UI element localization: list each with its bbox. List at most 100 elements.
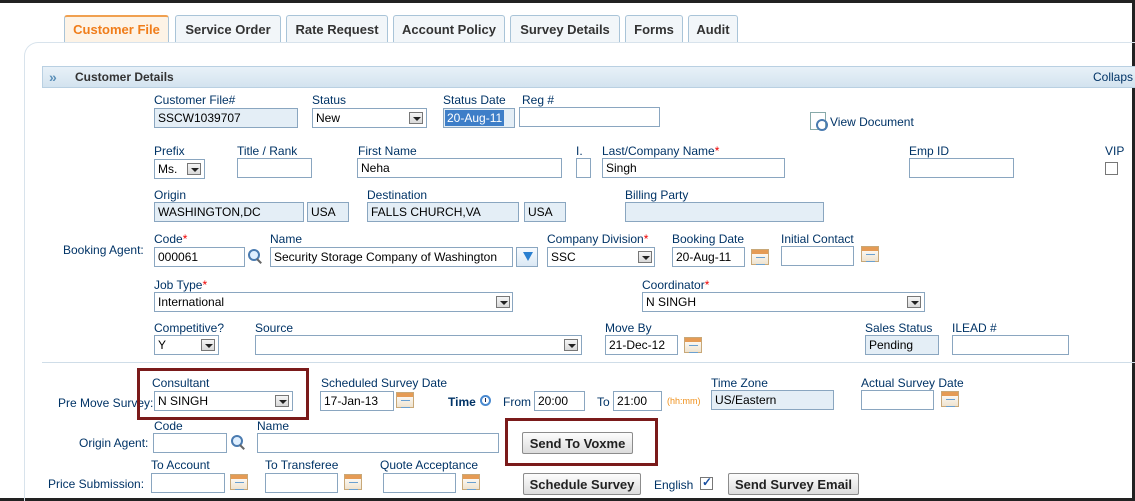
chevron-down-icon[interactable]: [496, 296, 510, 308]
destination-field[interactable]: FALLS CHURCH,VA: [367, 202, 519, 222]
tab-audit[interactable]: Audit: [688, 15, 738, 42]
company-division-value: SSC: [551, 250, 576, 264]
customer-file-field[interactable]: SSCW1039707: [154, 108, 298, 128]
calendar-icon[interactable]: [396, 392, 414, 408]
initial-contact-field[interactable]: [781, 246, 854, 266]
competitive-label: Competitive?: [154, 321, 225, 335]
expand-icon[interactable]: »: [49, 69, 57, 85]
price-submission-label: Price Submission:: [48, 477, 145, 491]
consultant-value: N SINGH: [158, 394, 209, 408]
schedule-survey-button[interactable]: Schedule Survey: [523, 473, 641, 495]
title-field[interactable]: [237, 158, 312, 178]
chevron-down-icon[interactable]: [409, 112, 423, 124]
time-label: Time: [448, 395, 476, 409]
calendar-icon[interactable]: [751, 249, 769, 265]
to-time-field[interactable]: 21:00: [613, 391, 662, 411]
first-name-label: First Name: [358, 144, 417, 158]
prefix-select[interactable]: Ms.: [154, 159, 205, 179]
tab-account-policy[interactable]: Account Policy: [393, 15, 505, 42]
chevron-down-icon[interactable]: [907, 296, 921, 308]
job-type-select[interactable]: International: [154, 292, 513, 312]
consultant-select[interactable]: N SINGH: [154, 391, 293, 411]
last-name-field[interactable]: Singh: [602, 158, 785, 178]
coordinator-label-text: Coordinator: [642, 278, 705, 292]
vip-checkbox[interactable]: [1105, 162, 1118, 175]
search-icon[interactable]: [248, 249, 262, 263]
company-division-label-text: Company Division: [547, 232, 644, 246]
send-to-voxme-button[interactable]: Send To Voxme: [522, 432, 633, 454]
booking-agent-code-field[interactable]: 000061: [154, 247, 245, 267]
status-select[interactable]: New: [312, 108, 427, 128]
quote-acceptance-label: Quote Acceptance: [380, 458, 479, 472]
tab-forms[interactable]: Forms: [625, 15, 683, 42]
actual-survey-label: Actual Survey Date: [861, 376, 964, 390]
actual-survey-field[interactable]: [861, 390, 934, 410]
calendar-icon[interactable]: [462, 474, 480, 490]
chevron-down-icon[interactable]: [275, 395, 289, 407]
to-transferee-field[interactable]: [265, 473, 338, 493]
booking-agent-name-field[interactable]: Security Storage Company of Washington: [270, 247, 513, 267]
to-transferee-label: To Transferee: [265, 458, 339, 472]
ilead-field[interactable]: [952, 335, 1069, 355]
collapse-link[interactable]: Collaps: [1093, 70, 1133, 84]
reg-field[interactable]: [519, 107, 660, 127]
from-label: From: [503, 395, 531, 409]
chevron-down-icon[interactable]: [564, 339, 578, 351]
coordinator-select[interactable]: N SINGH: [642, 292, 925, 312]
code-label-text: Code: [154, 232, 183, 246]
scheduled-survey-field[interactable]: 17-Jan-13: [320, 391, 394, 411]
tab-rate-request[interactable]: Rate Request: [286, 15, 388, 42]
status-date-field[interactable]: 20-Aug-11: [443, 108, 515, 128]
search-icon[interactable]: [231, 435, 245, 449]
origin-label: Origin: [154, 188, 187, 202]
billing-party-field[interactable]: [625, 202, 824, 222]
company-division-select[interactable]: SSC: [547, 247, 655, 267]
sales-status-label: Sales Status: [865, 321, 933, 335]
calendar-icon[interactable]: [344, 474, 362, 490]
view-document-icon[interactable]: [810, 112, 828, 131]
origin-agent-name-field[interactable]: [257, 433, 499, 453]
origin-country-field[interactable]: USA: [307, 202, 349, 222]
job-type-label-text: Job Type: [154, 278, 203, 292]
sales-status-field[interactable]: Pending: [865, 335, 939, 355]
view-document-link[interactable]: View Document: [830, 115, 914, 129]
send-survey-email-button[interactable]: Send Survey Email: [728, 473, 859, 495]
competitive-value: Y: [158, 338, 167, 352]
chevron-down-icon[interactable]: [201, 339, 215, 351]
emp-id-field[interactable]: [909, 158, 1014, 178]
destination-country-field[interactable]: USA: [524, 202, 566, 222]
initial-field[interactable]: [576, 158, 591, 178]
booking-date-field[interactable]: 20-Aug-11: [672, 247, 745, 267]
english-checkbox[interactable]: [700, 475, 713, 490]
calendar-icon[interactable]: [230, 474, 248, 490]
origin-field[interactable]: WASHINGTON,DC: [154, 202, 304, 222]
tab-survey-details[interactable]: Survey Details: [510, 15, 620, 42]
scheduled-survey-label: Scheduled Survey Date: [321, 376, 448, 390]
chevron-down-icon[interactable]: [638, 251, 652, 263]
calendar-icon[interactable]: [941, 391, 959, 407]
calendar-icon[interactable]: [861, 246, 879, 262]
first-name-field[interactable]: Neha: [357, 158, 562, 178]
tab-service-order[interactable]: Service Order: [175, 15, 281, 42]
move-by-field[interactable]: 21-Dec-12: [605, 335, 678, 355]
time-zone-field[interactable]: US/Eastern: [711, 390, 834, 410]
competitive-select[interactable]: Y: [154, 335, 219, 355]
origin-agent-code-field[interactable]: [153, 433, 227, 453]
calendar-icon[interactable]: [684, 337, 702, 353]
booking-agent-label: Booking Agent:: [63, 243, 144, 257]
clock-icon: [480, 395, 491, 406]
from-time-field[interactable]: 20:00: [534, 391, 585, 411]
job-type-label: Job Type*: [154, 278, 208, 292]
tab-customer-file[interactable]: Customer File: [64, 15, 169, 42]
chevron-down-icon[interactable]: [187, 163, 201, 175]
last-name-label-text: Last/Company Name: [602, 144, 715, 158]
source-select[interactable]: [255, 335, 582, 355]
origin-agent-name-label: Name: [257, 419, 290, 433]
quote-acceptance-field[interactable]: [383, 473, 456, 493]
download-arrow-icon[interactable]: [516, 247, 538, 267]
origin-agent-code-label: Code: [154, 419, 183, 433]
english-label: English: [654, 478, 694, 492]
last-name-label: Last/Company Name*: [602, 144, 720, 158]
to-account-field[interactable]: [151, 473, 225, 493]
section-header[interactable]: » Customer Details Collaps: [42, 66, 1135, 88]
